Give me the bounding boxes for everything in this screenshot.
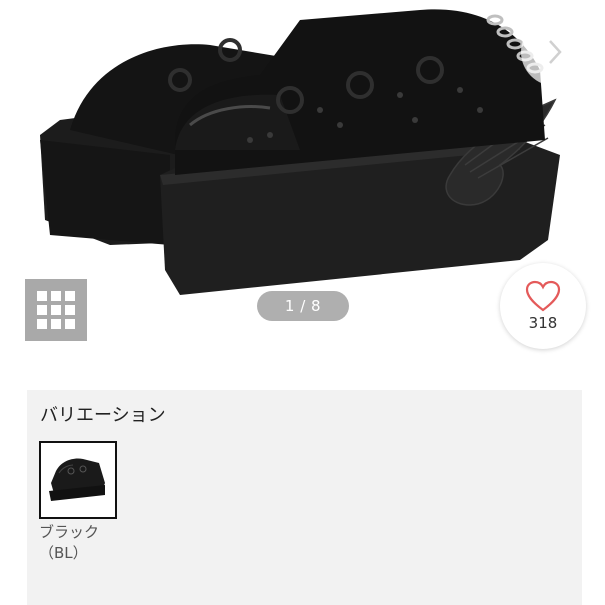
variation-label: ブラック（BL） (39, 523, 100, 562)
chevron-left-icon (41, 40, 54, 64)
image-counter: 1 / 8 (257, 291, 349, 321)
variation-thumbnail-image (49, 458, 105, 501)
variation-panel: バリエーション ブラック（BL） (27, 390, 582, 605)
next-image-button[interactable] (521, 18, 589, 86)
prev-image-button[interactable] (14, 18, 82, 86)
grid-view-button[interactable] (25, 279, 87, 341)
chevron-right-icon (549, 40, 562, 64)
variation-thumbnail-black[interactable] (39, 441, 117, 519)
favorite-button[interactable]: 318 (500, 263, 586, 349)
heart-icon (525, 280, 561, 312)
favorite-count: 318 (528, 314, 558, 332)
grid-icon (37, 291, 75, 329)
product-image-gallery[interactable]: 1 / 8 318 (0, 0, 605, 365)
variation-title: バリエーション (40, 405, 166, 426)
